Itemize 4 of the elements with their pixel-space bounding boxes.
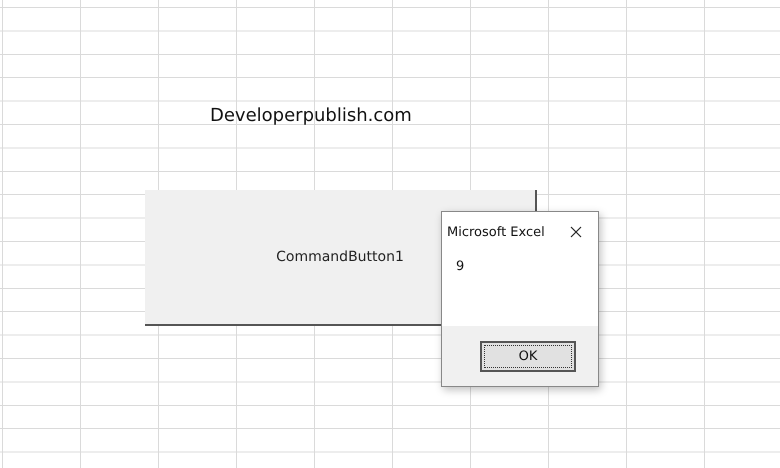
dialog-message: 9 bbox=[456, 259, 464, 274]
ok-button[interactable]: OK bbox=[480, 340, 576, 372]
cell-text: Developerpublish.com bbox=[210, 104, 412, 128]
close-icon[interactable] bbox=[570, 226, 582, 238]
